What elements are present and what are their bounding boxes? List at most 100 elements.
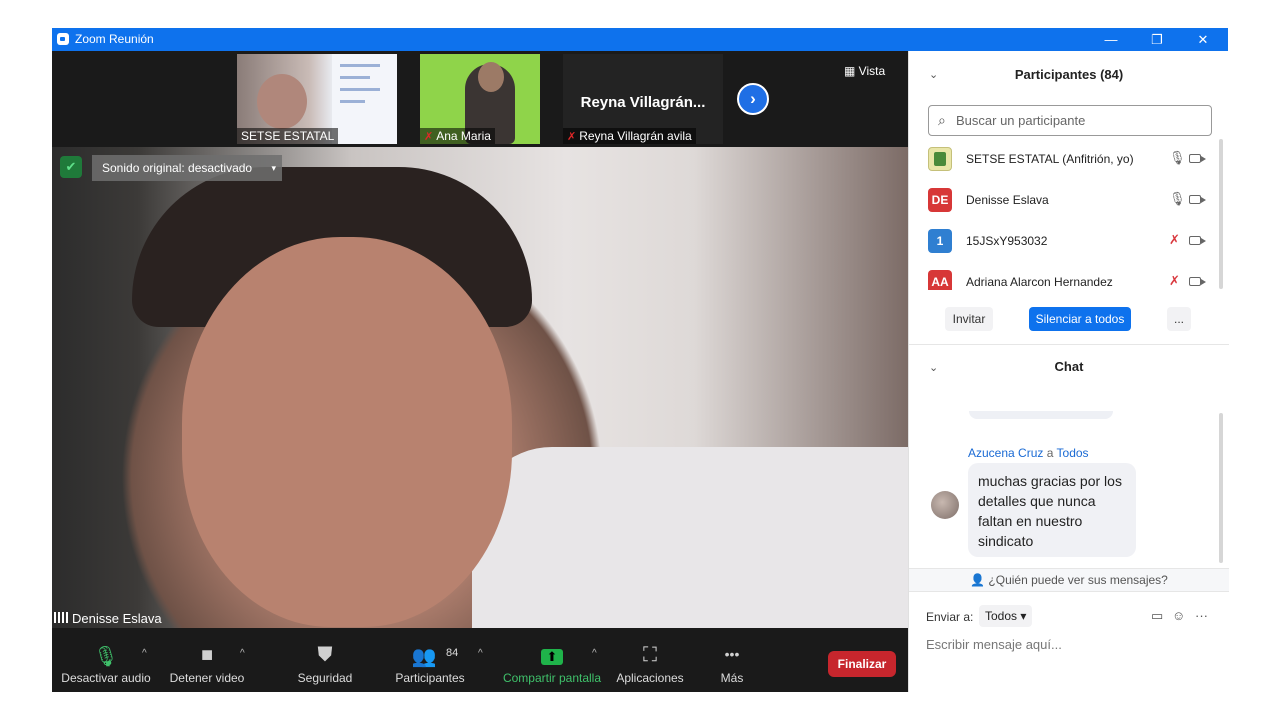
camera-icon: ■ <box>200 644 214 666</box>
participant-avatar <box>928 147 952 171</box>
participants-header: Participantes (84) <box>1014 67 1124 82</box>
participant-avatar: AA <box>928 270 952 290</box>
signal-strength-icon <box>54 612 68 623</box>
tile-shared-screen <box>332 54 397 144</box>
share-screen-label: Compartir pantalla <box>502 671 602 685</box>
chat-sender: Azucena Cruz a Todos <box>968 446 1089 460</box>
speaker-name-label: Denisse Eslava <box>54 611 162 626</box>
tile-video-face <box>257 74 307 129</box>
tile-big-name: Reyna Villagrán... <box>580 94 706 111</box>
meeting-area: SETSE ESTATAL ✗ Ana Maria Reyna Villagrán… <box>52 51 908 692</box>
security-label: Seguridad <box>297 671 353 685</box>
chat-more-icon[interactable]: ··· <box>1195 608 1208 623</box>
microphone-icon[interactable]: 🎙 <box>1169 191 1186 207</box>
side-panel: ⌄ Participantes (84) ⌕ Buscar un partici… <box>908 51 1229 692</box>
speaker-name: Denisse Eslava <box>72 611 162 626</box>
participant-row[interactable]: SETSE ESTATAL (Anfitrión, yo) 🎙 <box>927 143 1217 175</box>
zoom-window: Zoom Reunión — ❐ ✕ SETSE ESTATAL ✗ Ana Ma… <box>52 28 1229 692</box>
meeting-toolbar: 🎙 Desactivar audio ^ ■ Detener video ^ ⛊… <box>52 628 908 692</box>
person-icon: 👤 <box>970 573 989 587</box>
title-bar: Zoom Reunión — ❐ ✕ <box>52 28 1228 51</box>
chevron-down-icon: ▾ <box>1020 609 1027 623</box>
to-word: a <box>1046 446 1054 460</box>
minimize-button[interactable]: — <box>1088 28 1134 51</box>
video-tile-reyna[interactable]: Reyna Villagrán... ✗ Reyna Villagrán avil… <box>563 54 723 144</box>
tile-name: Ana Maria <box>436 129 491 143</box>
who-can-see-messages-link[interactable]: 👤 ¿Quién puede ver sus mensajes? <box>909 568 1229 592</box>
sender-name[interactable]: Azucena Cruz <box>968 446 1043 460</box>
who-can-see-label: ¿Quién puede ver sus mensajes? <box>988 573 1168 587</box>
share-screen-button[interactable]: ⬆ Compartir pantalla <box>500 628 604 692</box>
recipient-dropdown[interactable]: Todos ▾ <box>979 605 1033 627</box>
view-label: Vista <box>858 64 886 78</box>
search-icon: ⌕ <box>938 112 946 128</box>
participants-scrollbar[interactable] <box>1219 139 1223 289</box>
zoom-app-icon <box>57 33 69 45</box>
original-sound-toggle[interactable]: Sonido original: desactivado ▾ <box>92 155 282 181</box>
next-page-button[interactable]: › <box>737 83 769 115</box>
active-speaker-video: ✔ Sonido original: desactivado ▾ Denisse… <box>52 147 908 628</box>
chevron-down-icon[interactable]: ▾ <box>271 155 276 181</box>
chat-scrollbar[interactable] <box>1219 413 1223 563</box>
more-button[interactable]: ••• Más <box>702 628 762 692</box>
previous-message-bubble <box>969 411 1113 419</box>
mute-audio-button[interactable]: 🎙 Desactivar audio <box>60 628 152 692</box>
grid-icon: ▦ <box>844 64 859 78</box>
muted-mic-icon: ✗ <box>567 131 577 143</box>
shield-icon: ⛊ <box>317 644 333 666</box>
more-icon: ••• <box>724 646 740 662</box>
stop-video-button[interactable]: ■ Detener video <box>166 628 248 692</box>
chat-message-input[interactable]: Escribir mensaje aquí... <box>926 637 1216 652</box>
invite-button[interactable]: Invitar <box>945 307 993 331</box>
emoji-icon[interactable]: ☺ <box>1172 608 1185 623</box>
participant-row[interactable]: 1 15JSxY953032 ✗ <box>927 225 1217 257</box>
apps-button[interactable]: ⛶ Aplicaciones <box>612 628 688 692</box>
share-options-caret[interactable]: ^ <box>592 648 597 659</box>
video-shirt <box>472 447 908 628</box>
search-placeholder: Buscar un participante <box>956 113 1086 128</box>
close-button[interactable]: ✕ <box>1180 28 1226 51</box>
muted-mic-icon[interactable]: ✗ <box>1169 232 1180 248</box>
muted-mic-icon[interactable]: ✗ <box>1169 273 1180 289</box>
stop-video-label: Detener video <box>169 671 245 685</box>
video-tile-setse[interactable]: SETSE ESTATAL <box>237 54 397 144</box>
share-screen-icon: ⬆ <box>500 644 604 667</box>
microphone-icon[interactable]: 🎙 <box>1169 150 1186 166</box>
participant-avatar: 1 <box>928 229 952 253</box>
video-tile-ana-maria[interactable]: ✗ Ana Maria <box>420 54 540 144</box>
tile-name-wrap: ✗ Ana Maria <box>420 128 495 144</box>
apps-icon: ⛶ <box>643 644 657 666</box>
more-label: Más <box>720 671 744 685</box>
microphone-icon: 🎙 <box>93 646 119 668</box>
end-meeting-button[interactable]: Finalizar <box>828 651 896 677</box>
video-options-caret[interactable]: ^ <box>240 648 245 659</box>
camera-icon[interactable] <box>1189 154 1206 163</box>
avatar <box>931 491 959 519</box>
participant-name: 15JSxY953032 <box>966 234 1048 248</box>
recipient-value: Todos <box>985 609 1018 623</box>
participants-options-caret[interactable]: ^ <box>478 648 483 659</box>
audio-options-caret[interactable]: ^ <box>142 648 147 659</box>
participant-search-input[interactable]: ⌕ Buscar un participante <box>928 105 1212 136</box>
view-button[interactable]: ▦ Vista <box>844 64 885 78</box>
message-recipient: Todos <box>1056 446 1089 460</box>
participants-more-button[interactable]: ... <box>1167 307 1191 331</box>
camera-icon[interactable] <box>1189 236 1206 245</box>
encryption-shield-icon[interactable]: ✔ <box>60 156 82 178</box>
file-icon[interactable]: ▭ <box>1151 608 1163 624</box>
tile-name: Reyna Villagrán avila <box>579 129 692 143</box>
participant-row[interactable]: AA Adriana Alarcon Hernandez ✗ <box>927 266 1217 290</box>
participants-button[interactable]: 👥 84 Participantes <box>390 628 470 692</box>
tile-video-head <box>478 62 504 92</box>
restore-button[interactable]: ❐ <box>1134 28 1180 51</box>
camera-icon[interactable] <box>1189 195 1206 204</box>
participant-row[interactable]: DE Denisse Eslava 🎙 <box>927 184 1217 216</box>
muted-mic-icon: ✗ <box>424 131 434 143</box>
chat-message-bubble: muchas gracias por los detalles que nunc… <box>968 463 1136 557</box>
camera-icon[interactable] <box>1189 277 1206 286</box>
tile-name: SETSE ESTATAL <box>237 128 339 144</box>
security-button[interactable]: ⛊ Seguridad <box>290 628 360 692</box>
tile-name-wrap: ✗ Reyna Villagrán avila <box>563 128 696 144</box>
gallery-strip: SETSE ESTATAL ✗ Ana Maria Reyna Villagrán… <box>52 51 908 147</box>
mute-all-button[interactable]: Silenciar a todos <box>1029 307 1131 331</box>
